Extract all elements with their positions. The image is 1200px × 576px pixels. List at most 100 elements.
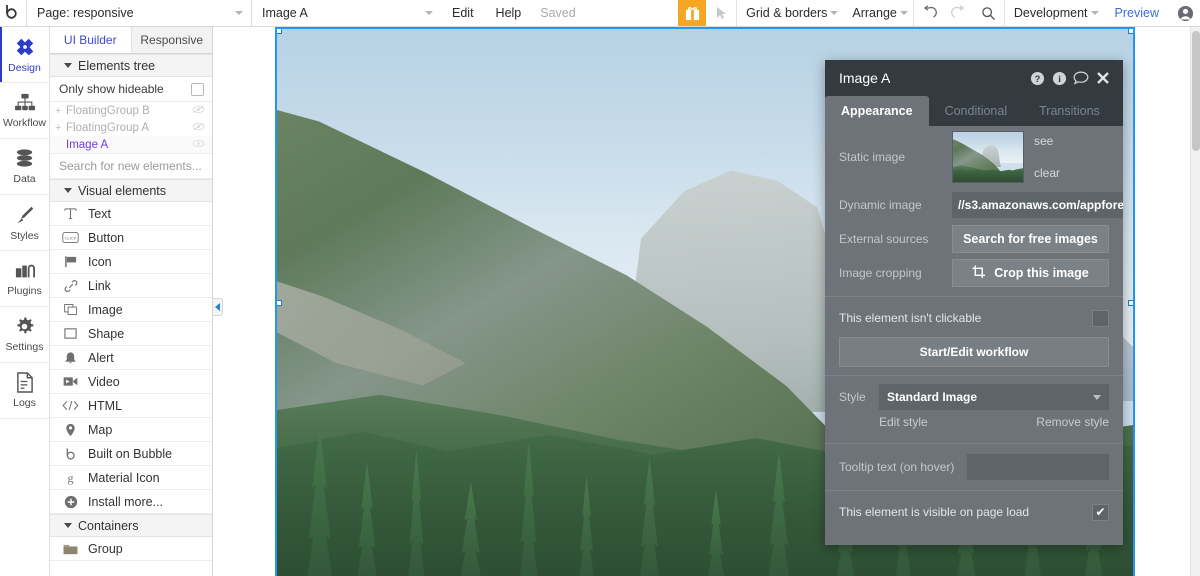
expand-icon[interactable]: +: [55, 105, 64, 117]
style-select[interactable]: Standard Image: [879, 384, 1109, 410]
see-image-link[interactable]: see: [1034, 134, 1060, 148]
static-image-thumbnail[interactable]: [952, 131, 1024, 183]
element-item-text[interactable]: Text: [50, 202, 212, 226]
canvas-vertical-scrollbar[interactable]: [1190, 27, 1200, 576]
bubble-logo-icon[interactable]: [0, 0, 26, 26]
dynamic-image-input[interactable]: //s3.amazonaws.com/appfores: [952, 192, 1123, 218]
gift-icon[interactable]: [678, 0, 707, 26]
element-item-image[interactable]: Image: [50, 298, 212, 322]
element-select[interactable]: Image A: [251, 0, 441, 26]
remove-style-link[interactable]: Remove style: [1036, 415, 1109, 429]
element-item-link[interactable]: Link: [50, 274, 212, 298]
element-item-shape[interactable]: Shape: [50, 322, 212, 346]
edit-menu[interactable]: Edit: [441, 0, 485, 26]
element-item-label: Shape: [88, 326, 125, 341]
element-item-label: Group: [88, 541, 123, 556]
close-icon[interactable]: [1092, 71, 1114, 85]
tree-item-floatinggroup-b[interactable]: + FloatingGroup B: [50, 102, 212, 119]
help-circle-icon[interactable]: ?: [1026, 71, 1048, 86]
chevron-down-icon: [64, 523, 72, 528]
page-select[interactable]: Page: responsive: [26, 0, 251, 26]
element-item-map[interactable]: Map: [50, 418, 212, 442]
pointer-icon[interactable]: [706, 0, 736, 26]
sidebar-item-design[interactable]: Design: [0, 27, 49, 83]
redo-icon[interactable]: [944, 5, 974, 21]
external-sources-row: External sources Search for free images: [825, 222, 1123, 256]
sidebar-item-data[interactable]: Data: [0, 139, 49, 195]
grid-borders-menu[interactable]: Grid & borders: [737, 6, 843, 20]
only-show-hideable-checkbox[interactable]: [191, 82, 204, 96]
eye-hidden-icon[interactable]: [192, 122, 205, 134]
element-item-built-on-bubble[interactable]: Built on Bubble: [50, 442, 212, 466]
expand-icon[interactable]: +: [55, 122, 64, 134]
tree-item-image-a[interactable]: Image A: [50, 136, 212, 153]
element-item-button[interactable]: CLICK Button: [50, 226, 212, 250]
visible-on-page-load-checkbox[interactable]: ✔: [1092, 503, 1109, 521]
tab-transitions[interactable]: Transitions: [1023, 96, 1116, 126]
scrollbar-thumb[interactable]: [1192, 31, 1200, 151]
tooltip-label: Tooltip text (on hover): [839, 460, 955, 474]
edit-style-link[interactable]: Edit style: [879, 415, 928, 429]
tree-item-floatinggroup-a[interactable]: + FloatingGroup A: [50, 119, 212, 136]
tree-item-label: Image A: [66, 138, 109, 151]
search-free-images-button[interactable]: Search for free images: [952, 225, 1109, 253]
collapse-left-icon[interactable]: [213, 298, 223, 316]
resize-handle-top-left[interactable]: [277, 29, 282, 34]
element-item-video[interactable]: Video: [50, 370, 212, 394]
tab-conditional[interactable]: Conditional: [929, 96, 1024, 126]
search-glyph: [982, 6, 996, 20]
tooltip-input[interactable]: [967, 454, 1109, 480]
sidebar-item-settings[interactable]: Settings: [0, 307, 49, 363]
info-circle-icon[interactable]: i: [1048, 71, 1070, 86]
element-item-alert[interactable]: Alert: [50, 346, 212, 370]
tab-ui-builder[interactable]: UI Builder: [50, 27, 132, 53]
crop-this-image-button[interactable]: Crop this image: [952, 259, 1109, 287]
help-menu[interactable]: Help: [485, 0, 533, 26]
search-icon[interactable]: [974, 6, 1004, 21]
avatar-glyph: [1177, 5, 1193, 21]
element-item-label: Material Icon: [88, 470, 160, 485]
pointer-glyph: [716, 7, 726, 19]
element-item-install-more[interactable]: Install more...: [50, 490, 212, 514]
chevron-down-icon: [1093, 395, 1101, 400]
version-menu[interactable]: Development: [1005, 6, 1104, 20]
clear-image-link[interactable]: clear: [1034, 166, 1060, 180]
close-glyph: [1097, 72, 1109, 84]
sidebar-item-styles[interactable]: Styles: [0, 195, 49, 251]
sidebar-item-logs[interactable]: Logs: [0, 363, 49, 419]
arrange-menu[interactable]: Arrange: [843, 6, 912, 20]
comment-icon[interactable]: [1070, 71, 1092, 85]
chevron-down-icon: [425, 11, 433, 15]
eye-hidden-icon[interactable]: [192, 105, 205, 117]
start-edit-workflow-button[interactable]: Start/Edit workflow: [839, 337, 1109, 367]
layout-tools-group: Grid & borders Arrange: [736, 0, 913, 26]
containers-header[interactable]: Containers: [50, 514, 212, 537]
bell-icon: [62, 351, 79, 365]
material-glyph: g: [68, 471, 74, 485]
search-new-elements-input[interactable]: Search for new elements...: [50, 153, 212, 179]
element-item-icon[interactable]: Icon: [50, 250, 212, 274]
sidebar-item-plugins[interactable]: Plugins: [0, 251, 49, 307]
element-item-group[interactable]: Group: [50, 537, 212, 561]
visible-on-page-load-label: This element is visible on page load: [839, 505, 1030, 519]
tab-responsive[interactable]: Responsive: [131, 27, 212, 53]
resize-handle-middle-right[interactable]: [1128, 299, 1133, 306]
not-clickable-checkbox[interactable]: [1092, 309, 1109, 327]
element-item-material-icon[interactable]: g Material Icon: [50, 466, 212, 490]
property-editor-title: Image A: [839, 70, 891, 86]
user-avatar-icon[interactable]: [1170, 5, 1200, 22]
tab-appearance[interactable]: Appearance: [825, 96, 929, 126]
design-glyph: [16, 38, 33, 55]
resize-handle-top-right[interactable]: [1128, 29, 1133, 34]
only-show-hideable-row[interactable]: Only show hideable: [50, 77, 212, 102]
eye-icon[interactable]: [192, 139, 205, 151]
resize-handle-middle-left[interactable]: [277, 299, 282, 306]
preview-button[interactable]: Preview: [1104, 6, 1170, 20]
visual-elements-header[interactable]: Visual elements: [50, 179, 212, 202]
elements-tree-header[interactable]: Elements tree: [50, 54, 212, 77]
element-item-html[interactable]: HTML: [50, 394, 212, 418]
element-item-label: Button: [88, 230, 125, 245]
thumbnail-photo: [953, 132, 1023, 182]
sidebar-item-workflow[interactable]: Workflow: [0, 83, 49, 139]
undo-icon[interactable]: [914, 5, 944, 21]
